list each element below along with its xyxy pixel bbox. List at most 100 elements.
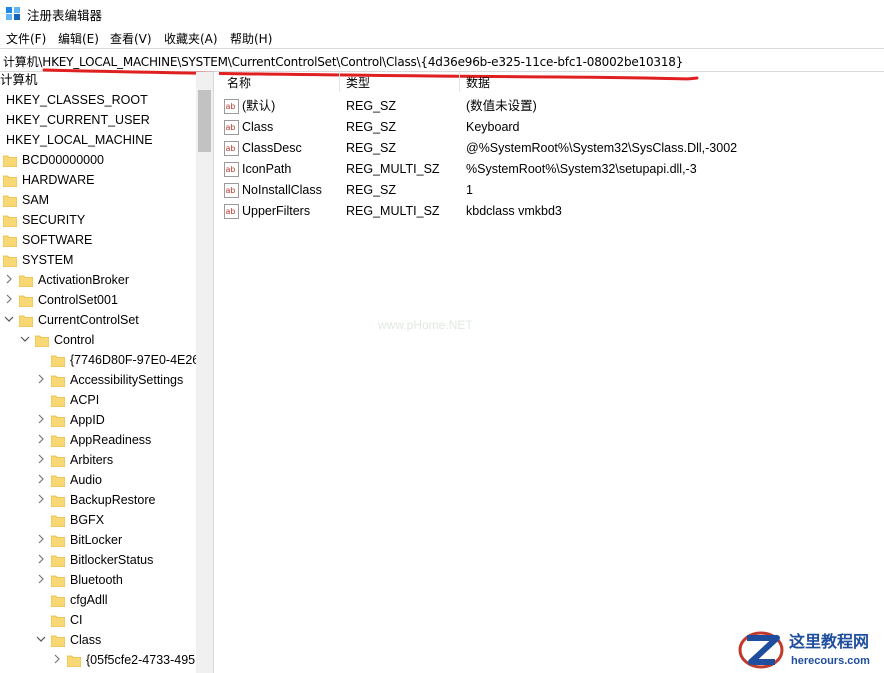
chevron-right-icon[interactable] — [36, 570, 46, 590]
chevron-down-icon[interactable] — [20, 330, 30, 350]
chevron-right-icon[interactable] — [4, 290, 14, 310]
folder-icon — [3, 210, 17, 230]
chevron-down-icon[interactable] — [4, 310, 14, 330]
value-type: REG_MULTI_SZ — [346, 204, 440, 218]
chevron-right-icon[interactable] — [36, 550, 46, 570]
value-type: REG_MULTI_SZ — [346, 162, 440, 176]
folder-icon — [51, 490, 65, 510]
tree-scrollbar[interactable] — [196, 72, 213, 673]
chevron-right-icon[interactable] — [36, 370, 46, 390]
tree-item[interactable]: Control — [0, 330, 213, 350]
folder-icon — [51, 510, 65, 530]
tree-item[interactable]: SECURITY — [0, 210, 213, 230]
tree-item[interactable]: AccessibilitySettings — [0, 370, 213, 390]
chevron-right-icon[interactable] — [36, 530, 46, 550]
tree-item[interactable]: ControlSet001 — [0, 290, 213, 310]
tree-item-label: HKEY_CURRENT_USER — [6, 113, 150, 127]
folder-icon — [3, 230, 17, 250]
chevron-right-icon[interactable] — [36, 490, 46, 510]
folder-icon — [51, 550, 65, 570]
folder-icon — [51, 470, 65, 490]
tree-item-label: SAM — [22, 193, 50, 207]
column-header-name[interactable]: 名称 — [227, 72, 251, 94]
tree-item-hive[interactable]: HKEY_CURRENT_USER — [0, 110, 213, 130]
tree-item[interactable]: Arbiters — [0, 450, 213, 470]
value-row[interactable]: ab (默认) REG_SZ (数值未设置) — [219, 96, 884, 117]
chevron-right-icon[interactable] — [36, 450, 46, 470]
chevron-right-icon[interactable] — [4, 270, 14, 290]
tree-item[interactable]: ACPI — [0, 390, 213, 410]
folder-icon — [3, 250, 17, 270]
tree-item-label: AccessibilitySettings — [70, 373, 184, 387]
tree-item-label: BitlockerStatus — [70, 553, 154, 567]
value-row[interactable]: ab IconPath REG_MULTI_SZ %SystemRoot%\Syste… — [219, 159, 884, 180]
tree-item[interactable]: Class — [0, 630, 213, 650]
tree-item[interactable]: SAM — [0, 190, 213, 210]
tree-item[interactable]: BitLocker — [0, 530, 213, 550]
tree-item-label: HKEY_LOCAL_MACHINE — [6, 133, 153, 147]
tree-item[interactable]: HARDWARE — [0, 170, 213, 190]
folder-icon — [19, 290, 33, 310]
tree-item[interactable]: BitlockerStatus — [0, 550, 213, 570]
string-value-icon: ab — [224, 162, 239, 177]
column-divider[interactable] — [339, 72, 340, 92]
tree-root[interactable]: 计算机 — [0, 72, 213, 90]
tree-item-label: AppID — [70, 413, 105, 427]
tree-item[interactable]: ActivationBroker — [0, 270, 213, 290]
value-row[interactable]: ab Class REG_SZ Keyboard — [219, 117, 884, 138]
folder-icon — [51, 530, 65, 550]
tree-item[interactable]: SOFTWARE — [0, 230, 213, 250]
tree-item[interactable]: BackupRestore — [0, 490, 213, 510]
brand-url: herecours.com — [791, 655, 870, 667]
tree-item-label: ACPI — [70, 393, 100, 407]
tree-item-label: Control — [54, 333, 95, 347]
chevron-down-icon[interactable] — [36, 630, 46, 650]
value-name: IconPath — [242, 162, 292, 176]
column-header-data[interactable]: 数据 — [466, 72, 490, 94]
svg-text:ab: ab — [226, 186, 236, 195]
string-value-icon: ab — [224, 99, 239, 114]
tree-item-label: AppReadiness — [70, 433, 152, 447]
tree-item[interactable]: CurrentControlSet — [0, 310, 213, 330]
folder-icon — [51, 370, 65, 390]
key-tree[interactable]: 计算机 HKEY_CLASSES_ROOT HKEY_CURRENT_USER HKE… — [0, 72, 213, 673]
tree-item[interactable]: AppReadiness — [0, 430, 213, 450]
tree-item-hive[interactable]: HKEY_CLASSES_ROOT — [0, 90, 213, 110]
tree-item[interactable]: AppID — [0, 410, 213, 430]
value-name: UpperFilters — [242, 204, 311, 218]
chevron-right-icon[interactable] — [36, 430, 46, 450]
tree-item[interactable]: BCD00000000 — [0, 150, 213, 170]
value-row[interactable]: ab ClassDesc REG_SZ @%SystemRoot%\System32\… — [219, 138, 884, 159]
folder-icon — [51, 390, 65, 410]
folder-icon — [3, 150, 17, 170]
tree-item[interactable]: Bluetooth — [0, 570, 213, 590]
values-pane[interactable]: 名称 类型 数据 ab (默认) REG_SZ (数值未设置) ab Class REG_S… — [219, 72, 884, 673]
value-row[interactable]: ab NoInstallClass REG_SZ 1 — [219, 180, 884, 201]
folder-icon — [19, 270, 33, 290]
tree-item[interactable]: SYSTEM — [0, 250, 213, 270]
folder-icon — [51, 410, 65, 430]
tree-item[interactable]: cfgAdll — [0, 590, 213, 610]
value-data: (数值未设置) — [466, 99, 537, 113]
tree-item[interactable]: {05f5cfe2-4733-495 — [0, 650, 213, 670]
value-row[interactable]: ab UpperFilters REG_MULTI_SZ kbdclass vmkbd… — [219, 201, 884, 222]
tree-item-hive[interactable]: HKEY_LOCAL_MACHINE — [0, 130, 213, 150]
string-value-icon: ab — [224, 204, 239, 219]
chevron-right-icon[interactable] — [36, 410, 46, 430]
folder-icon — [19, 310, 33, 330]
tree-item[interactable]: CI — [0, 610, 213, 630]
svg-text:ab: ab — [226, 144, 236, 153]
tree-item[interactable]: {7746D80F-97E0-4E26 — [0, 350, 213, 370]
tree-item-label: BitLocker — [70, 533, 123, 547]
folder-icon — [51, 570, 65, 590]
column-divider[interactable] — [459, 72, 460, 92]
column-header-type[interactable]: 类型 — [346, 72, 370, 94]
svg-text:ab: ab — [226, 207, 236, 216]
chevron-right-icon[interactable] — [52, 650, 62, 670]
tree-item[interactable]: BGFX — [0, 510, 213, 530]
folder-icon — [51, 450, 65, 470]
scrollbar-thumb[interactable] — [198, 90, 211, 152]
tree-item-label: SOFTWARE — [22, 233, 93, 247]
chevron-right-icon[interactable] — [36, 470, 46, 490]
tree-item[interactable]: Audio — [0, 470, 213, 490]
